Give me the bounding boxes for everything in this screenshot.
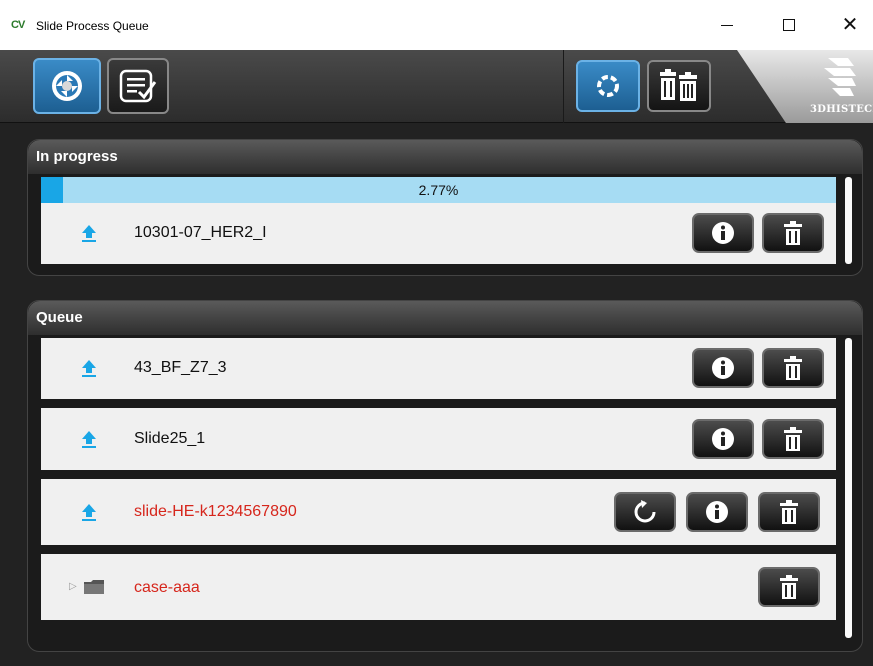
app-area: 3DHISTECH In progress 2.77% 10301-07_HER… [0, 50, 873, 666]
queue-row: 43_BF_Z7_3 [41, 338, 836, 399]
view-processing-button[interactable] [33, 58, 101, 114]
brand-logo [824, 58, 856, 96]
toolbar: 3DHISTECH [0, 50, 873, 123]
delete-button[interactable] [758, 492, 820, 532]
trash-icon [784, 427, 802, 451]
trash-icon [780, 500, 798, 524]
delete-button[interactable] [758, 567, 820, 607]
in-progress-row: 10301-07_HER2_I [41, 203, 836, 264]
info-button[interactable] [692, 213, 754, 253]
queue-row-folder: ▷ case-aaa [41, 554, 836, 620]
checklist-icon [119, 69, 157, 103]
trash-icon [780, 575, 798, 599]
toolbar-divider [563, 50, 564, 123]
refresh-icon [597, 75, 619, 97]
item-name: case-aaa [134, 579, 200, 596]
maximize-icon [783, 19, 795, 31]
upload-icon [82, 504, 96, 521]
item-name: slide-HE-k1234567890 [134, 503, 297, 520]
title-bar: CV Slide Process Queue ✕ [0, 0, 873, 50]
brand-name: 3DHISTECH [810, 104, 873, 115]
upload-icon [82, 431, 96, 448]
view-history-button[interactable] [107, 58, 169, 114]
minimize-button[interactable] [704, 0, 750, 50]
delete-all-icon [660, 69, 697, 101]
progress-bar: 2.77% [41, 177, 836, 203]
in-progress-header: In progress [28, 140, 862, 174]
close-icon: ✕ [841, 14, 859, 36]
trash-icon [784, 356, 802, 380]
clear-all-button[interactable] [647, 60, 711, 112]
close-button[interactable]: ✕ [827, 0, 873, 50]
info-button[interactable] [692, 419, 754, 459]
info-icon [712, 428, 734, 450]
queue-row-error: slide-HE-k1234567890 [41, 479, 836, 545]
upload-icon [82, 225, 96, 242]
expand-icon[interactable]: ▷ [69, 581, 77, 592]
queue-row: Slide25_1 [41, 408, 836, 470]
queue-scrollbar[interactable] [845, 338, 852, 638]
item-name: 43_BF_Z7_3 [134, 359, 227, 376]
in-progress-panel: In progress 2.77% 10301-07_HER2_I [27, 139, 863, 276]
retry-button[interactable] [614, 492, 676, 532]
queue-header: Queue [28, 301, 862, 335]
minimize-icon [721, 24, 733, 26]
refresh-button[interactable] [576, 60, 640, 112]
info-icon [712, 357, 734, 379]
info-button[interactable] [686, 492, 748, 532]
info-icon [712, 222, 734, 244]
delete-button[interactable] [762, 213, 824, 253]
process-cycle-icon [52, 71, 82, 101]
progress-label: 2.77% [418, 182, 459, 198]
trash-icon [784, 221, 802, 245]
maximize-button[interactable] [766, 0, 812, 50]
item-name: 10301-07_HER2_I [134, 224, 267, 241]
delete-button[interactable] [762, 348, 824, 388]
upload-icon [82, 360, 96, 377]
in-progress-scrollbar[interactable] [845, 177, 852, 264]
retry-icon [634, 500, 656, 523]
delete-button[interactable] [762, 419, 824, 459]
item-name: Slide25_1 [134, 430, 206, 447]
queue-panel: Queue 43_BF_Z7_3 Slide25_1 slide-HE-k123… [27, 300, 863, 652]
window-title: Slide Process Queue [36, 19, 149, 33]
info-icon [706, 501, 728, 523]
folder-icon [84, 580, 104, 594]
info-button[interactable] [692, 348, 754, 388]
app-icon: CV [11, 19, 25, 31]
